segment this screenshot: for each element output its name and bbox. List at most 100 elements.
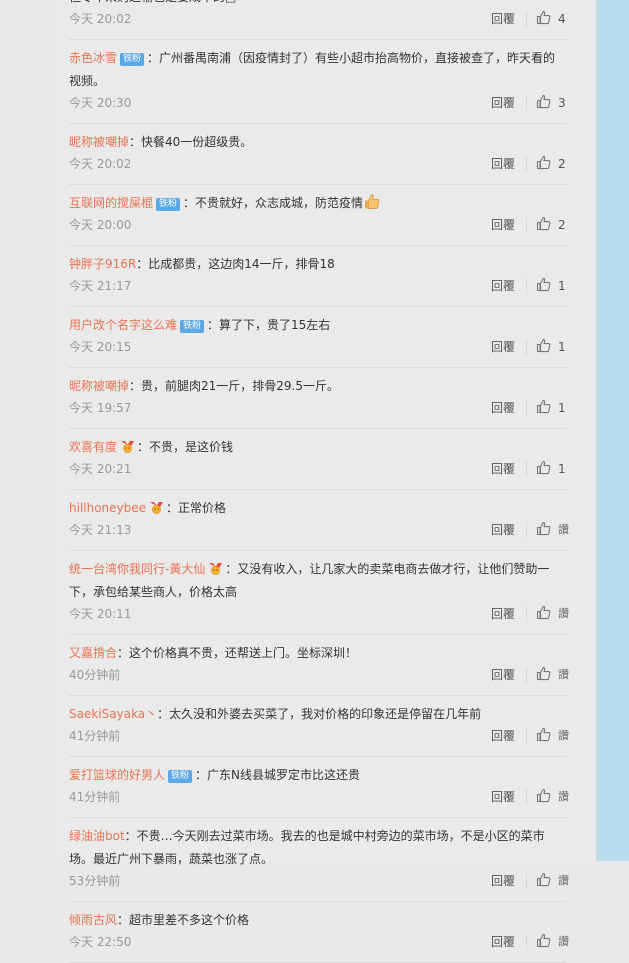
comment-meta: 今天 21:17 回覆 1 [69,276,566,306]
comment-content: ：太久没和外婆去买菜了，我对价格的印象还是停留在几年前 [157,707,482,721]
comment-item: 赤色冰雪 铁粉 ：广州番禺南浦（因疫情封了）有些小超市抬高物价，直接被查了，昨天看的… [69,40,566,124]
comment-time: 今天 20:02 [69,157,132,171]
comment-meta: 今天 20:30 回覆 3 [69,93,566,123]
comment-username[interactable]: 欢喜有度 [69,440,117,454]
comment-text: 昵称被嘲掉：贵，前腿肉21一斤，排骨29.5一斤。 [69,368,566,398]
comment-content: ：不贵就好，众志成城，防范疫情 [183,196,364,210]
comment-content: ：广东N线县城罗定市比这还贵 [195,768,361,782]
thumbs-up-icon[interactable] [536,94,551,110]
fan-badge[interactable]: 铁粉 [168,770,193,783]
medal-icon[interactable] [120,440,135,453]
action-divider [526,339,527,355]
reply-button[interactable]: 回覆 [491,217,515,233]
like-count[interactable]: 2 [558,156,566,172]
thumbs-up-icon[interactable] [536,155,551,171]
comment-content: ：算了下，贵了15左右 [207,318,331,332]
comment-time: 今天 20:21 [69,462,132,476]
reply-button[interactable]: 回覆 [491,95,515,111]
comment-username[interactable]: 赤色冰雪 [69,51,117,65]
comment-item: 但专车采购运输也是要成本的□ 今天 20:02 回覆 4 [69,0,566,40]
comment-username[interactable]: 又嘉揹合 [69,646,117,660]
comment-username[interactable]: 倾雨古风 [69,913,117,927]
thumbs-up-icon[interactable] [536,460,551,476]
action-divider [526,606,527,622]
thumbs-up-icon[interactable] [536,338,551,354]
comment-meta: 今天 20:21 回覆 1 [69,459,566,489]
thumbs-up-icon[interactable] [536,399,551,415]
reply-button[interactable]: 回覆 [491,873,515,889]
thumbs-up-icon[interactable] [536,277,551,293]
comment-item: 绿油油bot：不贵…今天刚去过菜市场。我去的也是城中村旁边的菜市场，不是小区的菜… [69,818,569,902]
like-count[interactable]: 讚 [558,789,569,805]
like-count[interactable]: 4 [558,11,566,27]
thumbs-up-icon[interactable] [536,788,551,804]
thumbs-up-icon[interactable] [536,933,551,949]
fan-badge[interactable]: 铁粉 [156,198,181,211]
comment-username[interactable]: 昵称被嘲掉 [69,135,129,149]
reply-button[interactable]: 回覆 [491,667,515,683]
sidebar-background [597,0,629,861]
thumbs-up-icon[interactable] [536,605,551,621]
reply-button[interactable]: 回覆 [491,461,515,477]
reply-button[interactable]: 回覆 [491,156,515,172]
action-divider [526,934,527,950]
comment-meta: 今天 20:11 回覆 讚 [69,604,569,634]
reply-button[interactable]: 回覆 [491,339,515,355]
comment-username[interactable]: 用户改个名字这么难 [69,318,177,332]
reply-button[interactable]: 回覆 [491,728,515,744]
comment-meta: 41分钟前 回覆 讚 [69,787,569,817]
comment-item: 用户改个名字这么难 铁粉 ：算了下，贵了15左右今天 20:15 回覆 1 [69,307,566,368]
like-count[interactable]: 3 [558,95,566,111]
comment-content: ：不贵…今天刚去过菜市场。我去的也是城中村旁边的菜市场，不是小区的菜市场。最近广… [69,829,545,866]
like-count[interactable]: 讚 [558,667,569,683]
comment-username[interactable]: 统一台湾你我同行-黃大仙 [69,562,205,576]
like-count[interactable]: 讚 [558,606,569,622]
comment-content: ：超市里差不多这个价格 [117,913,250,927]
comment-username[interactable]: 钟胖子916R [69,257,136,271]
reply-button[interactable]: 回覆 [491,11,515,27]
fan-badge[interactable]: 铁粉 [120,53,145,66]
action-divider [526,667,527,683]
comment-text: 爱打篮球的好男人 铁粉 ：广东N线县城罗定市比这还贵 [69,757,566,787]
reply-button[interactable]: 回覆 [491,606,515,622]
like-count[interactable]: 讚 [558,873,569,889]
thumbs-up-icon[interactable] [536,216,551,232]
comment-meta: 40分钟前 回覆 讚 [69,665,569,695]
thumbs-up-icon[interactable] [536,666,551,682]
thumbs-up-icon[interactable] [536,727,551,743]
thumbs-up-icon[interactable] [536,872,551,888]
action-divider [526,400,527,416]
comment-username[interactable]: 绿油油bot [69,829,125,843]
comment-username[interactable]: SaekiSayaka丶 [69,707,157,721]
comment-item: 欢喜有度 ：不贵，是这价钱 今天 20:21 回覆 1 [69,429,566,490]
action-divider [526,95,527,111]
thumbs-up-icon[interactable] [536,521,551,537]
comment-username[interactable]: hillhoneybee [69,501,146,515]
thumbs-up-icon[interactable] [536,10,551,26]
comment-text: 又嘉揹合：这个价格真不贵，还帮送上门。坐标深圳！ [69,635,566,665]
reply-button[interactable]: 回覆 [491,522,515,538]
reply-button[interactable]: 回覆 [491,789,515,805]
comment-item: 昵称被嘲掉：贵，前腿肉21一斤，排骨29.5一斤。 今天 19:57 回覆 1 [69,368,566,429]
like-count[interactable]: 1 [558,400,566,416]
like-count[interactable]: 讚 [558,522,569,538]
comment-username[interactable]: 爱打篮球的好男人 [69,768,165,782]
comment-content: ：不贵，是这价钱 [137,440,234,454]
reply-button[interactable]: 回覆 [491,400,515,416]
comment-text: 倾雨古风：超市里差不多这个价格 [69,902,566,932]
like-count[interactable]: 讚 [558,934,569,950]
medal-icon[interactable] [208,562,223,575]
comment-username[interactable]: 昵称被嘲掉 [69,379,129,393]
fan-badge[interactable]: 铁粉 [180,320,205,333]
like-count[interactable]: 1 [558,461,566,477]
medal-icon[interactable] [149,501,164,514]
like-count[interactable]: 2 [558,217,566,233]
comment-content: 但专车采购运输也是要成本的□ [69,0,236,4]
like-count[interactable]: 讚 [558,728,569,744]
like-count[interactable]: 1 [558,278,566,294]
reply-button[interactable]: 回覆 [491,278,515,294]
comment-time: 今天 20:15 [69,340,132,354]
comment-username[interactable]: 互联网的搅屎棍 [69,196,153,210]
like-count[interactable]: 1 [558,339,566,355]
reply-button[interactable]: 回覆 [491,934,515,950]
